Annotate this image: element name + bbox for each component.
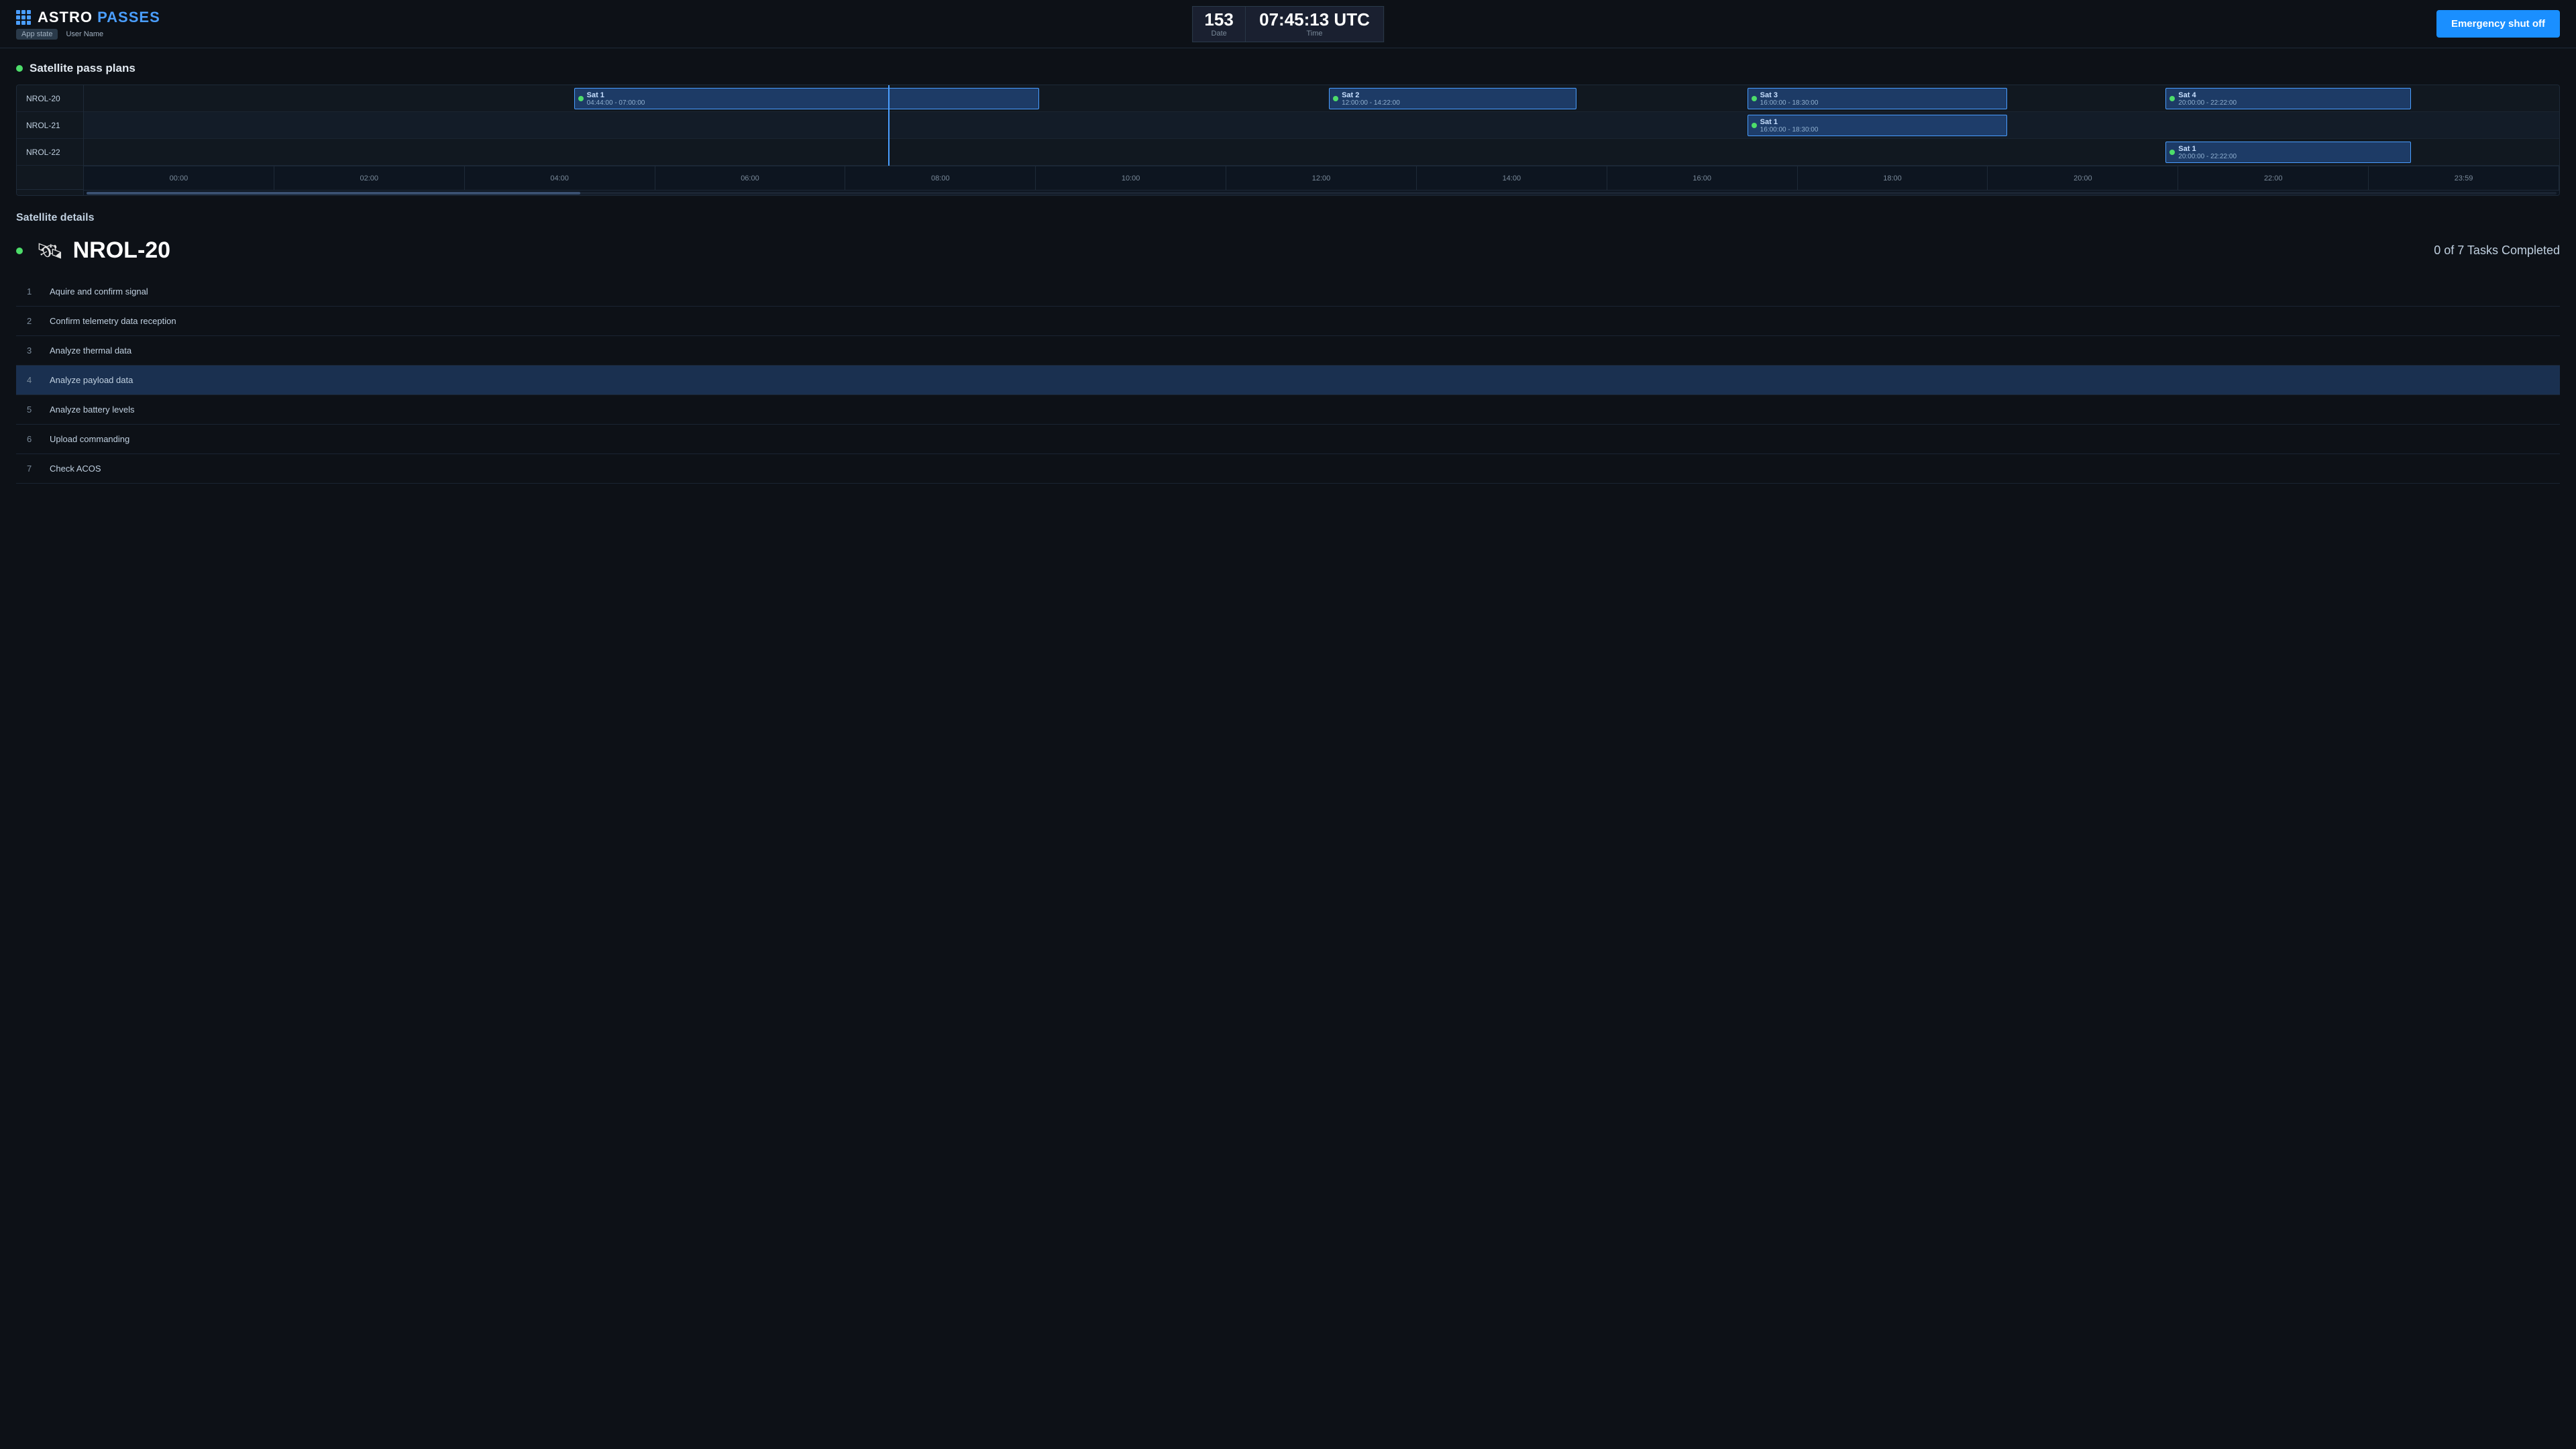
task-label-5: Analyze battery levels xyxy=(50,405,2560,415)
pass-dot xyxy=(1752,96,1757,101)
current-time-indicator xyxy=(888,85,890,166)
pass-block-nrol22-sat1[interactable]: Sat 1 20:00:00 - 22:22:00 xyxy=(2165,142,2410,163)
gantt-rows: Sat 1 04:44:00 - 07:00:00 Sat 2 12:00:00… xyxy=(84,85,2559,190)
task-label-7: Check ACOS xyxy=(50,464,2560,474)
task-row-4[interactable]: 4 Analyze payload data xyxy=(16,366,2560,395)
header-actions: Emergency shut off xyxy=(2436,10,2560,38)
task-num-1: 1 xyxy=(16,286,50,297)
tick-1800: 18:00 xyxy=(1798,166,1988,190)
pass-dot xyxy=(2169,96,2175,101)
tick-2359: 23:59 xyxy=(2369,166,2559,190)
gantt-label-nrol21: NROL-21 xyxy=(17,112,83,139)
time-label: Time xyxy=(1259,30,1370,38)
task-row-2[interactable]: 2 Confirm telemetry data reception xyxy=(16,307,2560,336)
tasks-list: 1 Aquire and confirm signal 2 Confirm te… xyxy=(16,277,2560,484)
pass-plans-title: Satellite pass plans xyxy=(16,62,2560,75)
task-label-6: Upload commanding xyxy=(50,434,2560,444)
satellite-icon: 🛰 xyxy=(36,238,64,264)
tick-1400: 14:00 xyxy=(1417,166,1607,190)
task-num-6: 6 xyxy=(16,434,50,444)
header-datetime: 153 Date 07:45:13 UTC Time xyxy=(1192,6,1384,42)
pass-block-nrol20-sat3[interactable]: Sat 3 16:00:00 - 18:30:00 xyxy=(1748,88,2007,109)
app-header: ASTRO PASSES App state User Name 153 Dat… xyxy=(0,0,2576,48)
pass-dot xyxy=(2169,150,2175,155)
task-num-4: 4 xyxy=(16,375,50,385)
pass-dot xyxy=(578,96,584,101)
logo-area: ASTRO PASSES App state User Name xyxy=(16,9,160,40)
tick-0000: 00:00 xyxy=(84,166,274,190)
tick-1000: 10:00 xyxy=(1036,166,1226,190)
task-row-1[interactable]: 1 Aquire and confirm signal xyxy=(16,277,2560,307)
task-row-5[interactable]: 5 Analyze battery levels xyxy=(16,395,2560,425)
gantt-row-labels: NROL-20 NROL-21 NROL-22 xyxy=(17,85,84,195)
gantt-timeline: 00:00 02:00 04:00 06:00 08:00 10:00 12:0… xyxy=(84,166,2559,190)
pass-block-nrol21-sat1[interactable]: Sat 1 16:00:00 - 18:30:00 xyxy=(1748,115,2007,136)
tick-2200: 22:00 xyxy=(2178,166,2369,190)
task-num-7: 7 xyxy=(16,464,50,474)
tick-2000: 20:00 xyxy=(1988,166,2178,190)
scrollbar-thumb[interactable] xyxy=(87,192,580,195)
date-value: 153 xyxy=(1203,11,1234,28)
task-num-2: 2 xyxy=(16,316,50,326)
scrollbar-track xyxy=(87,192,2557,195)
pass-block-nrol20-sat4[interactable]: Sat 4 20:00:00 - 22:22:00 xyxy=(2165,88,2410,109)
app-title: ASTRO PASSES xyxy=(38,9,160,26)
gantt-row-0: Sat 1 04:44:00 - 07:00:00 Sat 2 12:00:00… xyxy=(84,85,2559,112)
gantt-chart-area: Sat 1 04:44:00 - 07:00:00 Sat 2 12:00:00… xyxy=(84,85,2559,195)
pass-block-nrol20-sat1[interactable]: Sat 1 04:44:00 - 07:00:00 xyxy=(574,88,1040,109)
tick-1200: 12:00 xyxy=(1226,166,1417,190)
main-content: Satellite pass plans NROL-20 NROL-21 NRO… xyxy=(0,48,2576,497)
gantt-scrollbar[interactable] xyxy=(84,190,2559,195)
date-box: 153 Date xyxy=(1192,6,1246,42)
gantt-chart[interactable]: NROL-20 NROL-21 NROL-22 Sat 1 xyxy=(16,85,2560,196)
task-label-4: Analyze payload data xyxy=(50,375,2560,385)
satellite-status-dot xyxy=(16,248,23,254)
pass-dot xyxy=(1333,96,1338,101)
gantt-row-1: Sat 1 16:00:00 - 18:30:00 xyxy=(84,112,2559,139)
tasks-count: 0 of 7 Tasks Completed xyxy=(2434,244,2560,258)
date-label: Date xyxy=(1203,30,1234,38)
gantt-label-nrol20: NROL-20 xyxy=(17,85,83,112)
user-name-badge: User Name xyxy=(63,29,106,40)
task-row-7[interactable]: 7 Check ACOS xyxy=(16,454,2560,484)
pass-dot xyxy=(1752,123,1757,128)
task-label-1: Aquire and confirm signal xyxy=(50,286,2560,297)
satellite-details-section: Satellite details 🛰 NROL-20 0 of 7 Tasks… xyxy=(16,212,2560,484)
grid-icon xyxy=(16,10,31,25)
gantt-label-nrol22: NROL-22 xyxy=(17,139,83,166)
satellite-name-area: 🛰 NROL-20 xyxy=(16,237,170,264)
gantt-row-2: Sat 1 20:00:00 - 22:22:00 xyxy=(84,139,2559,166)
pass-block-nrol20-sat2[interactable]: Sat 2 12:00:00 - 14:22:00 xyxy=(1329,88,1576,109)
task-label-2: Confirm telemetry data reception xyxy=(50,316,2560,326)
task-row-6[interactable]: 6 Upload commanding xyxy=(16,425,2560,454)
tick-0600: 06:00 xyxy=(655,166,846,190)
satellite-name: NROL-20 xyxy=(73,237,170,264)
status-indicator xyxy=(16,65,23,72)
satellite-details-title: Satellite details xyxy=(16,212,2560,224)
time-box: 07:45:13 UTC Time xyxy=(1246,6,1384,42)
tick-0200: 02:00 xyxy=(274,166,465,190)
time-value: 07:45:13 UTC xyxy=(1259,11,1370,28)
satellite-pass-plans-section: Satellite pass plans NROL-20 NROL-21 NRO… xyxy=(16,62,2560,196)
tick-0400: 04:00 xyxy=(465,166,655,190)
app-state-badge: App state xyxy=(16,29,58,40)
emergency-shutoff-button[interactable]: Emergency shut off xyxy=(2436,10,2560,38)
tick-0800: 08:00 xyxy=(845,166,1036,190)
satellite-header: 🛰 NROL-20 0 of 7 Tasks Completed xyxy=(16,237,2560,264)
tick-1600: 16:00 xyxy=(1607,166,1798,190)
task-label-3: Analyze thermal data xyxy=(50,345,2560,356)
task-num-3: 3 xyxy=(16,345,50,356)
task-num-5: 5 xyxy=(16,405,50,415)
task-row-3[interactable]: 3 Analyze thermal data xyxy=(16,336,2560,366)
gantt-grid: NROL-20 NROL-21 NROL-22 Sat 1 xyxy=(17,85,2559,195)
